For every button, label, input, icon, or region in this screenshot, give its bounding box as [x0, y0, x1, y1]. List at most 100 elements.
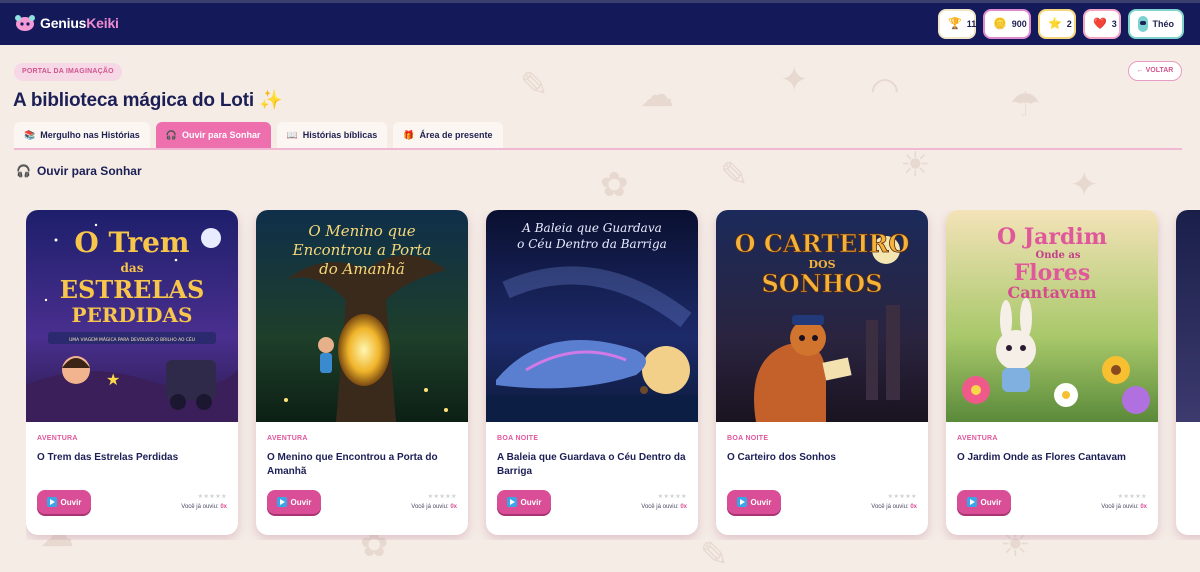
listen-button[interactable]: Ouvir [267, 490, 321, 514]
card-title: O Trem das Estrelas Perdidas [37, 452, 179, 463]
tab-label: Mergulho nas Histórias [40, 130, 140, 140]
tab-label: Ouvir para Sonhar [181, 130, 261, 140]
svg-text:★: ★ [106, 372, 120, 389]
listen-button[interactable]: Ouvir [957, 490, 1011, 514]
headphones-icon: 🎧 [16, 164, 31, 178]
card-meta: AVENTURA O Trem das Estrelas Perdidas [37, 435, 227, 465]
category-label: AVENTURA [267, 435, 308, 442]
story-cover-partial [1176, 210, 1200, 422]
listen-count: Você já ouviu: 0x [871, 504, 917, 510]
star-icon: ⭐ [1048, 17, 1062, 30]
coin-icon: 🪙 [993, 17, 1007, 30]
avatar [1138, 16, 1148, 32]
story-cover[interactable]: O CARTEIRO DOS SONHOS [716, 210, 928, 422]
rating-stars[interactable]: ★★★★★ [658, 493, 687, 500]
stats-bar: 🏆 11 🪙 900 ⭐ 2 ❤️ 3 Théo [938, 9, 1184, 39]
cover-title-line: das [121, 261, 144, 275]
story-cover[interactable]: O Jardim Onde as Flores Cantavam [946, 210, 1158, 422]
listen-count: Você já ouviu: 0x [641, 504, 687, 510]
back-button[interactable]: ← VOLTAR [1128, 61, 1182, 81]
category-label: AVENTURA [957, 435, 998, 442]
profile-button[interactable]: Théo [1128, 9, 1184, 39]
cover-title-line: O Jardim [997, 224, 1107, 250]
story-cover[interactable]: O Menino que Encontrou a Porta do Amanhã [256, 210, 468, 422]
tab-presente[interactable]: 🎁 Área de presente [393, 122, 503, 148]
story-card[interactable]: O CARTEIRO DOS SONHOS BOA NOITE O Cartei… [716, 210, 928, 535]
story-cover[interactable]: A Baleia que Guardava o Céu Dentro da Ba… [486, 210, 698, 422]
cover-title-line: o Céu Dentro da Barriga [517, 237, 667, 251]
play-icon [506, 497, 517, 507]
cover-title-line: O Trem [74, 226, 189, 259]
story-card[interactable]: A Baleia que Guardava o Céu Dentro da Ba… [486, 210, 698, 535]
trophy-counter[interactable]: 🏆 11 [938, 9, 976, 39]
listen-button[interactable]: Ouvir [37, 490, 91, 514]
rating-stars[interactable]: ★★★★★ [428, 493, 457, 500]
portal-badge: PORTAL DA IMAGINAÇÃO [14, 63, 122, 81]
rating-stars[interactable]: ★★★★★ [1118, 493, 1147, 500]
cover-title-line: do Amanhã [319, 260, 405, 278]
cover-title-line: A Baleia que Guardava [521, 221, 662, 235]
coin-counter[interactable]: 🪙 900 [983, 9, 1031, 39]
cover-title-line: Cantavam [1007, 283, 1096, 302]
story-cover[interactable]: O Trem das ESTRELAS PERDIDAS UMA VIAGEM … [26, 210, 238, 422]
listen-count: Você já ouviu: 0x [411, 504, 457, 510]
category-label: BOA NOITE [727, 435, 769, 442]
rating-stars[interactable]: ★★★★★ [888, 493, 917, 500]
cover-title-line: SONHOS [761, 269, 882, 298]
logo-text: GeniusKeiki [40, 15, 119, 31]
heart-counter[interactable]: ❤️ 3 [1083, 9, 1121, 39]
trophy-count: 11 [966, 19, 977, 29]
trophy-icon: 🏆 [948, 17, 962, 30]
heart-count: 3 [1111, 19, 1117, 29]
gift-icon: 🎁 [403, 129, 415, 140]
cover-title-line: O Menino que [308, 222, 415, 240]
card-meta: AVENTURA O Menino que Encontrou a Porta … [267, 435, 457, 479]
profile-name: Théo [1152, 19, 1175, 29]
book-icon: 📖 [286, 129, 298, 140]
sparkles-icon: ✨ [259, 90, 283, 111]
mascot-logo-icon [15, 15, 35, 31]
story-carousel: O Trem das ESTRELAS PERDIDAS UMA VIAGEM … [26, 210, 1200, 540]
story-card-partial[interactable] [1176, 210, 1200, 535]
tab-mergulho[interactable]: 📚 Mergulho nas Histórias [14, 122, 150, 148]
card-title: O Menino que Encontrou a Porta do Amanhã [267, 452, 438, 477]
tab-label: Histórias bíblicas [302, 130, 378, 140]
play-icon [736, 497, 747, 507]
story-card[interactable]: O Jardim Onde as Flores Cantavam AVENTUR… [946, 210, 1158, 535]
page-title: A biblioteca mágica do Loti ✨ [13, 90, 283, 111]
play-icon [276, 497, 287, 507]
section-title: 🎧 Ouvir para Sonhar [16, 164, 142, 178]
top-navigation-bar: GeniusKeiki 🏆 11 🪙 900 ⭐ 2 ❤️ 3 Théo [0, 0, 1200, 45]
tab-label: Área de presente [419, 130, 493, 140]
rating-stars[interactable]: ★★★★★ [198, 493, 227, 500]
card-meta: BOA NOITE O Carteiro dos Sonhos [727, 435, 917, 465]
card-title: A Baleia que Guardava o Céu Dentro da Ba… [497, 452, 686, 477]
cover-title-line: Encontrou a Porta [292, 241, 432, 259]
heart-icon: ❤️ [1093, 17, 1107, 30]
story-card[interactable]: O Menino que Encontrou a Porta do Amanhã… [256, 210, 468, 535]
books-icon: 📚 [24, 129, 36, 140]
card-meta: AVENTURA O Jardim Onde as Flores Cantava… [957, 435, 1147, 465]
cover-title-line: PERDIDAS [72, 303, 193, 327]
play-icon [966, 497, 977, 507]
listen-count: Você já ouviu: 0x [181, 504, 227, 510]
star-counter[interactable]: ⭐ 2 [1038, 9, 1076, 39]
card-title: O Carteiro dos Sonhos [727, 452, 836, 463]
tab-divider [14, 148, 1182, 150]
card-meta: BOA NOITE A Baleia que Guardava o Céu De… [497, 435, 687, 479]
category-label: BOA NOITE [497, 435, 539, 442]
play-icon [46, 497, 57, 507]
tab-biblicas[interactable]: 📖 Histórias bíblicas [276, 122, 388, 148]
category-label: AVENTURA [37, 435, 78, 442]
listen-count: Você já ouviu: 0x [1101, 504, 1147, 510]
cover-title-line: O CARTEIRO [735, 229, 910, 258]
story-card[interactable]: O Trem das ESTRELAS PERDIDAS UMA VIAGEM … [26, 210, 238, 535]
listen-button[interactable]: Ouvir [497, 490, 551, 514]
card-title: O Jardim Onde as Flores Cantavam [957, 452, 1126, 463]
listen-button[interactable]: Ouvir [727, 490, 781, 514]
coin-count: 900 [1011, 19, 1027, 29]
tab-ouvir[interactable]: 🎧 Ouvir para Sonhar [155, 122, 271, 148]
cover-title-line: ESTRELAS [60, 275, 205, 304]
star-count: 2 [1066, 19, 1072, 29]
app-logo[interactable]: GeniusKeiki [14, 14, 119, 32]
